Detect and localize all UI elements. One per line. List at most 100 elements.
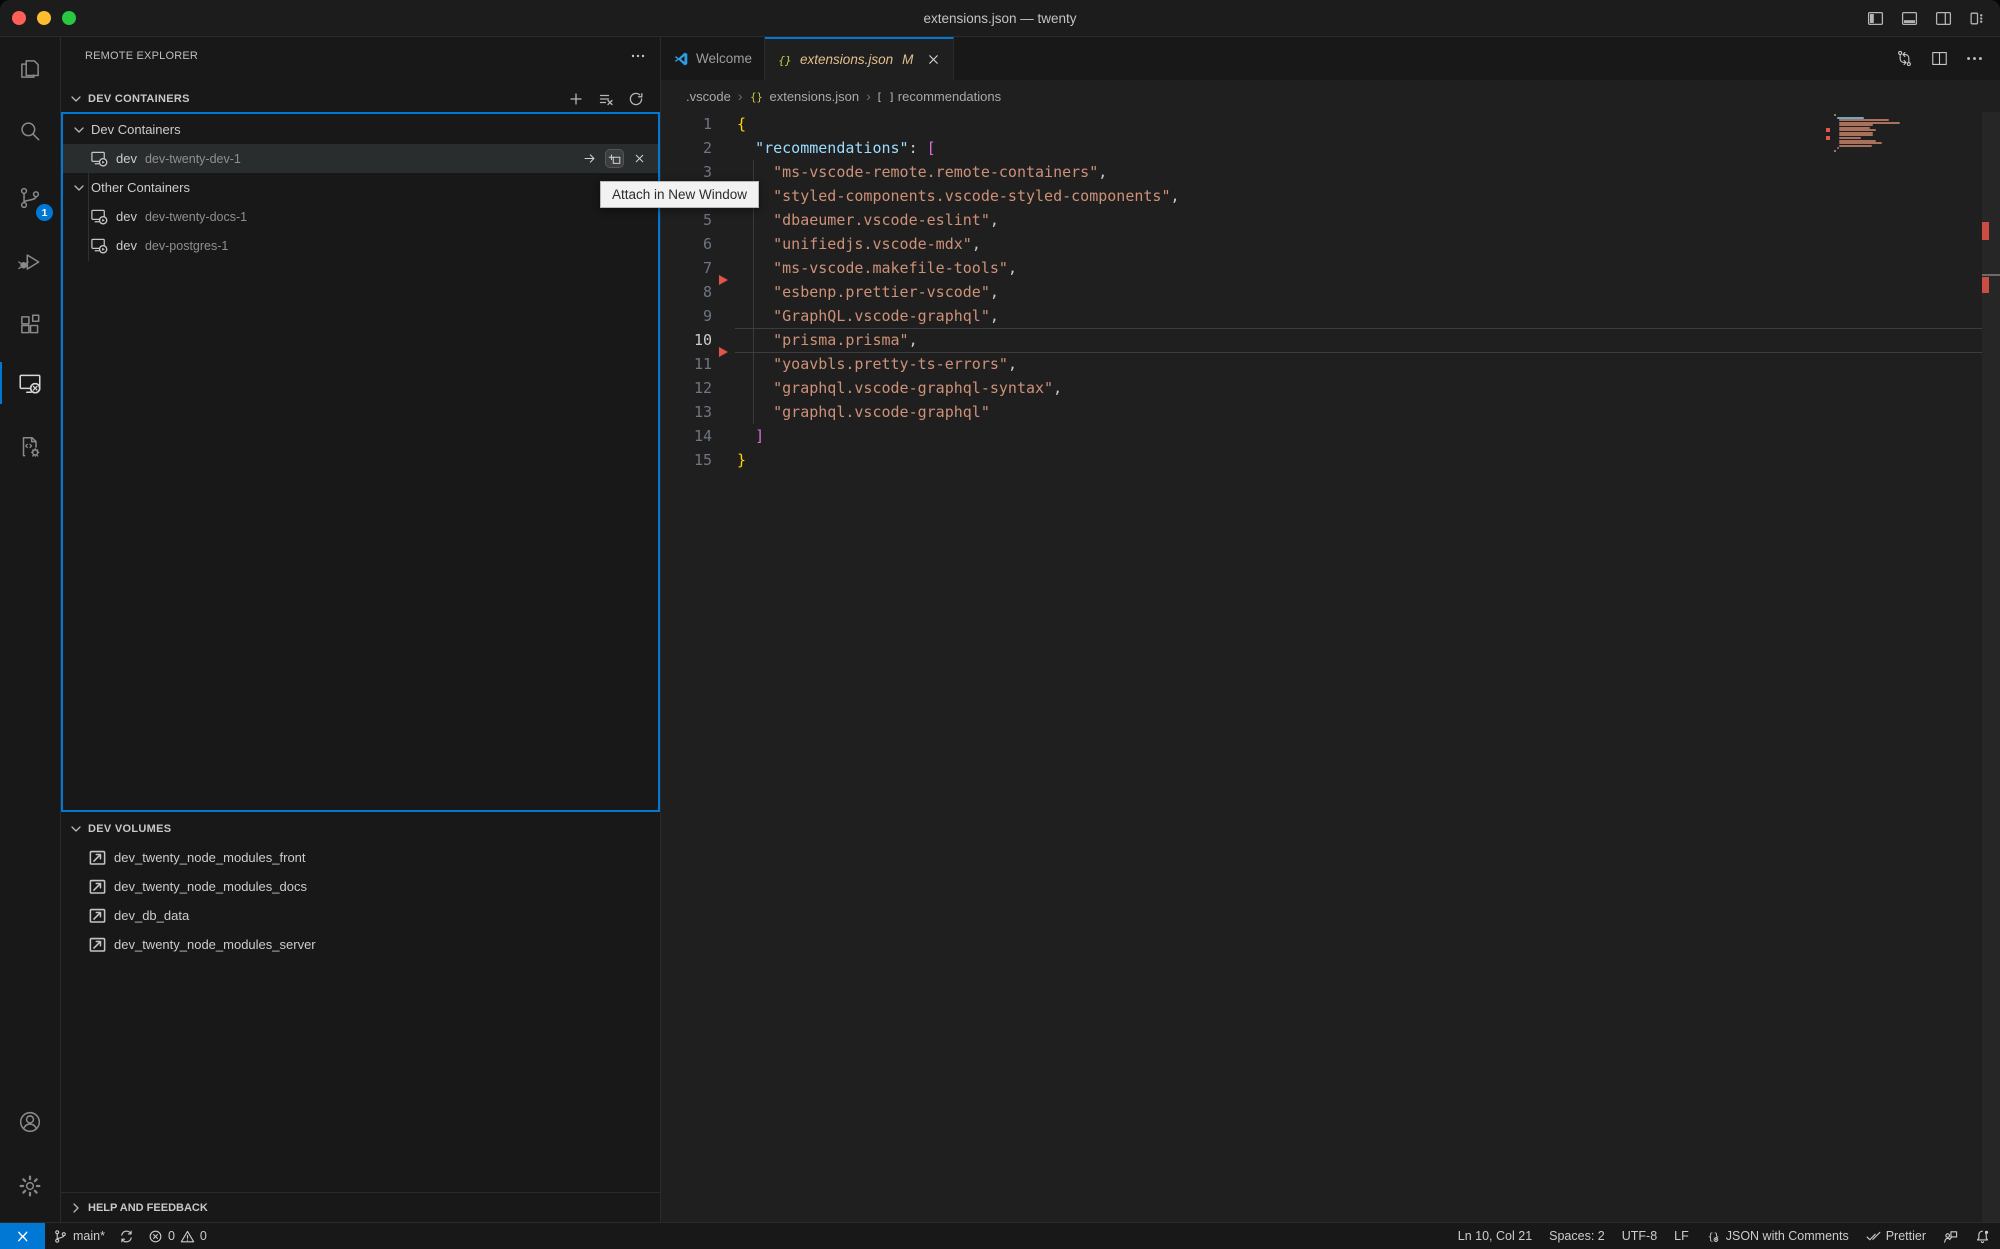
- close-tab-icon[interactable]: [926, 52, 941, 67]
- volume-item-dev-twenty-node-modules-server[interactable]: dev_twenty_node_modules_server: [61, 930, 659, 959]
- status-encoding[interactable]: UTF-8: [1622, 1223, 1657, 1249]
- toggle-secondary-sidebar-icon[interactable]: [1935, 10, 1952, 27]
- code-editor[interactable]: 1{2 "recommendations": [3 "ms-vscode-rem…: [661, 112, 2000, 1222]
- files-icon: [17, 56, 43, 82]
- customize-layout-icon[interactable]: [1969, 10, 1986, 27]
- status-sync[interactable]: [119, 1223, 134, 1249]
- section-dev-containers[interactable]: DEV CONTAINERS: [61, 85, 660, 112]
- section-help-and-feedback[interactable]: HELP AND FEEDBACK: [61, 1192, 660, 1222]
- line-text: "ms-vscode-remote.remote-containers",: [737, 163, 1107, 181]
- badge: 1: [36, 204, 53, 221]
- remote-indicator-icon: [15, 1229, 30, 1244]
- layout-controls: [1867, 0, 1986, 37]
- tree-item-dev-postgres-1[interactable]: devdev-postgres-1: [63, 231, 658, 260]
- activity-item-explorer[interactable]: [0, 45, 60, 93]
- cleanup-icon[interactable]: [598, 91, 614, 107]
- more-actions-icon[interactable]: [1965, 49, 1984, 68]
- error-icon: [148, 1229, 163, 1244]
- status-cursor-position[interactable]: Ln 10, Col 21: [1458, 1223, 1532, 1249]
- overview-ruler[interactable]: [1982, 112, 2000, 1222]
- status-indentation[interactable]: Spaces: 2: [1549, 1223, 1605, 1249]
- minimap[interactable]: [1822, 112, 1900, 160]
- tree-item-dev-twenty-dev-1[interactable]: devdev-twenty-dev-1: [63, 144, 658, 173]
- minimap-line: [1839, 145, 1871, 147]
- status-formatter[interactable]: Prettier: [1866, 1223, 1926, 1249]
- code-line-10: 10 "prisma.prisma",: [661, 328, 2000, 352]
- code-line-8: 8 "esbenp.prettier-vscode",: [661, 280, 2000, 304]
- status-notifications[interactable]: [1975, 1223, 1990, 1249]
- add-icon[interactable]: [568, 91, 584, 107]
- breadcrumb-item-recommendations[interactable]: recommendations: [898, 89, 1001, 104]
- activity-item-settings[interactable]: [0, 1162, 60, 1210]
- toggle-panel-icon[interactable]: [1901, 10, 1918, 27]
- debug-icon: [17, 249, 43, 275]
- activity-item-run-and-debug[interactable]: [0, 238, 60, 286]
- tab-extensions-json[interactable]: {}extensions.jsonM: [765, 37, 954, 80]
- svg-text:{}: {}: [751, 91, 763, 103]
- container-icon: [90, 236, 109, 255]
- activity-item-containers[interactable]: [0, 423, 60, 471]
- remote-indicator[interactable]: [0, 1223, 45, 1249]
- more-actions-icon[interactable]: [630, 48, 646, 64]
- status-problems[interactable]: 00: [148, 1223, 207, 1249]
- breadcrumb-item-vscode[interactable]: .vscode: [686, 89, 731, 104]
- token: {: [737, 115, 746, 133]
- overview-marker: [1982, 222, 1989, 240]
- split-editor-icon[interactable]: [1930, 49, 1949, 68]
- status-language-mode[interactable]: {}JSON with Comments: [1706, 1223, 1849, 1249]
- activity-item-source-control[interactable]: 1: [0, 174, 60, 222]
- line-text: "styled-components.vscode-styled-compone…: [737, 187, 1180, 205]
- status-label: Spaces: 2: [1549, 1229, 1605, 1243]
- line-number: 12: [661, 376, 712, 400]
- volume-name: dev_twenty_node_modules_docs: [114, 879, 307, 894]
- volume-icon: [88, 848, 107, 867]
- section-dev-volumes[interactable]: DEV VOLUMES: [61, 815, 660, 842]
- line-text: "graphql.vscode-graphql": [737, 403, 990, 421]
- chevron-down-icon[interactable]: [68, 821, 84, 837]
- tree-group-other-containers[interactable]: Other Containers: [63, 173, 658, 202]
- status-label: UTF-8: [1622, 1229, 1657, 1243]
- line-text: "esbenp.prettier-vscode",: [737, 283, 999, 301]
- line-text: "GraphQL.vscode-graphql",: [737, 307, 999, 325]
- activity-item-search[interactable]: [0, 107, 60, 155]
- activity-item-remote-explorer[interactable]: [0, 359, 60, 407]
- tree-group-dev-containers[interactable]: Dev Containers: [63, 115, 658, 144]
- close-icon[interactable]: [631, 150, 648, 167]
- refresh-icon[interactable]: [628, 91, 644, 107]
- token: ,: [1098, 163, 1107, 181]
- volume-item-dev-twenty-node-modules-docs[interactable]: dev_twenty_node_modules_docs: [61, 872, 659, 901]
- breadcrumb: .vscode›{}extensions.json›[ ]recommendat…: [661, 80, 2000, 112]
- token: ,: [909, 331, 918, 349]
- status-feedback[interactable]: [1943, 1223, 1958, 1249]
- status-branch[interactable]: main*: [53, 1223, 105, 1249]
- tab-label: Welcome: [696, 51, 752, 66]
- sync-icon: [119, 1229, 134, 1244]
- activity-bar: 1: [0, 37, 61, 1222]
- breadcrumb-item-extensions-json[interactable]: extensions.json: [769, 89, 859, 104]
- git-branch-icon: [53, 1229, 68, 1244]
- status-eol[interactable]: LF: [1674, 1223, 1689, 1249]
- chevron-down-icon: [71, 180, 87, 196]
- attach-new-window-icon[interactable]: [606, 150, 623, 167]
- volume-name: dev_twenty_node_modules_server: [114, 937, 316, 952]
- tab-welcome[interactable]: Welcome: [661, 37, 765, 80]
- code-line-9: 9 "GraphQL.vscode-graphql",: [661, 304, 2000, 328]
- tree-item-dev-twenty-docs-1[interactable]: devdev-twenty-docs-1: [63, 202, 658, 231]
- toggle-primary-sidebar-icon[interactable]: [1867, 10, 1884, 27]
- minimap-line: [1834, 150, 1836, 152]
- status-label: Ln 10, Col 21: [1458, 1229, 1532, 1243]
- gutter-marker-icon: [719, 275, 728, 285]
- volume-item-dev-twenty-node-modules-front[interactable]: dev_twenty_node_modules_front: [61, 843, 659, 872]
- open-changes-icon[interactable]: [1895, 49, 1914, 68]
- token: "graphql.vscode-graphql": [773, 403, 990, 421]
- token: [: [927, 139, 936, 157]
- tooltip: Attach in New Window: [600, 181, 759, 208]
- volume-item-dev-db-data[interactable]: dev_db_data: [61, 901, 659, 930]
- container-name: dev: [116, 151, 137, 166]
- chevron-down-icon[interactable]: [68, 91, 84, 107]
- token: ,: [1008, 355, 1017, 373]
- activity-item-extensions[interactable]: [0, 301, 60, 349]
- arrow-right-icon[interactable]: [581, 150, 598, 167]
- volume-icon: [88, 906, 107, 925]
- activity-item-accounts[interactable]: [0, 1098, 60, 1146]
